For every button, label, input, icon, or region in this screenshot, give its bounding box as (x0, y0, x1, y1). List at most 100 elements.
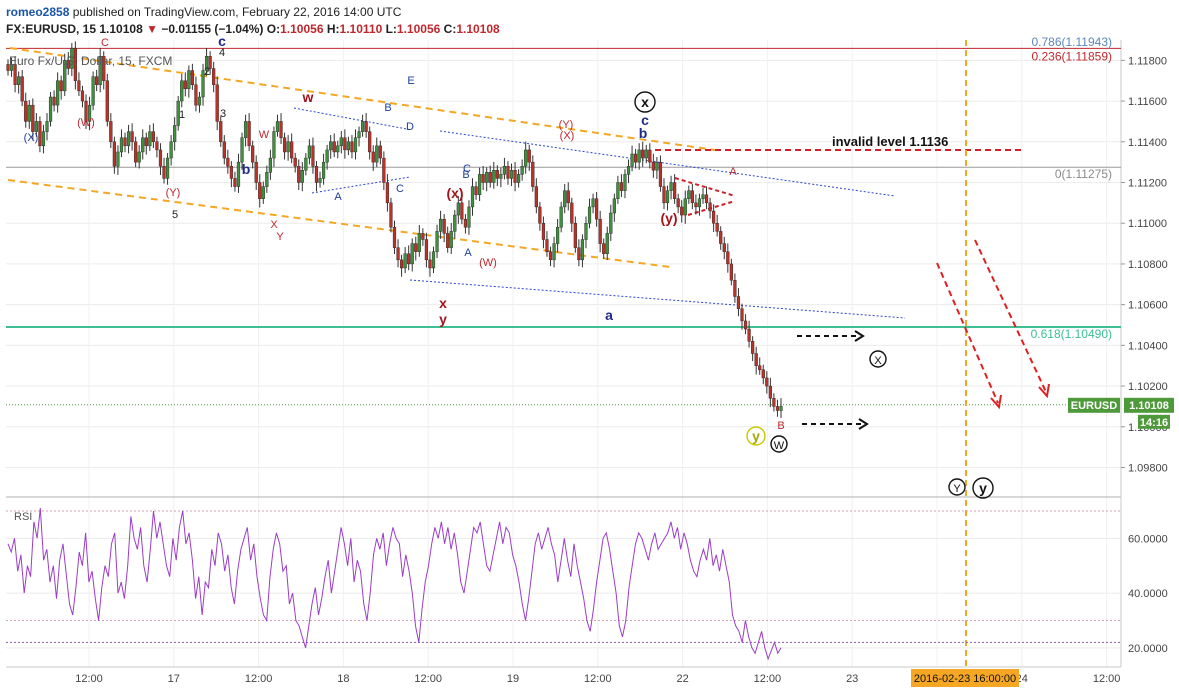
candle-body[interactable] (233, 178, 237, 187)
candle-body[interactable] (726, 251, 730, 265)
candle-body[interactable] (251, 145, 255, 163)
rsi-axis[interactable]: 60.0000 40.0000 20.0000 (1128, 533, 1168, 655)
candle-body[interactable] (697, 198, 702, 208)
candle-body[interactable] (307, 145, 311, 159)
candle-body[interactable] (41, 131, 46, 147)
candle-body[interactable] (215, 84, 219, 122)
candle-body[interactable] (446, 233, 450, 248)
candle-body[interactable] (768, 385, 772, 399)
candle-body[interactable] (59, 80, 63, 92)
candle-body[interactable] (247, 121, 251, 147)
candle-body[interactable] (353, 137, 358, 153)
candle-body[interactable] (740, 308, 744, 322)
candle-body[interactable] (623, 174, 627, 191)
candle-body[interactable] (470, 186, 475, 208)
candle-body[interactable] (24, 100, 28, 122)
candle-body[interactable] (141, 137, 145, 153)
candle-body[interactable] (45, 121, 49, 132)
candle-body[interactable] (634, 153, 638, 163)
candle-body[interactable] (687, 190, 691, 199)
candle-body[interactable] (513, 170, 517, 183)
candle-body[interactable] (658, 161, 663, 187)
candle-body[interactable] (524, 149, 528, 167)
candle-body[interactable] (212, 68, 216, 85)
candle-body[interactable] (368, 131, 372, 153)
candle-body[interactable] (563, 190, 567, 208)
candle-body[interactable] (290, 141, 294, 159)
candle-body[interactable] (492, 170, 496, 183)
candle-body[interactable] (371, 151, 375, 163)
candle-body[interactable] (566, 190, 570, 204)
candle-body[interactable] (421, 233, 425, 240)
candle-body[interactable] (559, 206, 563, 228)
candle-body[interactable] (31, 104, 35, 132)
candle-body[interactable] (541, 223, 546, 240)
candle-body[interactable] (265, 172, 269, 187)
candle-body[interactable] (407, 253, 411, 265)
candle-body[interactable] (609, 212, 613, 234)
candle-body[interactable] (417, 233, 421, 252)
candle-body[interactable] (520, 166, 524, 175)
price-chart[interactable]: Euro Fx/U.S. Dollar, 15, FXCM 0.236(1.11… (0, 0, 1179, 692)
candle-body[interactable] (538, 206, 542, 224)
candle-body[interactable] (545, 239, 549, 252)
candle-body[interactable] (722, 243, 726, 252)
candle-body[interactable] (258, 182, 262, 199)
candle-body[interactable] (80, 90, 85, 102)
candle-body[interactable] (297, 166, 301, 183)
candle-body[interactable] (626, 166, 631, 175)
candle-body[interactable] (286, 141, 290, 153)
price-pane[interactable] (6, 40, 1121, 496)
candle-body[interactable] (761, 369, 765, 379)
candle-body[interactable] (509, 170, 514, 179)
candle-body[interactable] (602, 243, 606, 254)
candle-body[interactable] (467, 206, 471, 228)
candle-body[interactable] (456, 202, 460, 216)
candle-body[interactable] (595, 198, 599, 220)
candle-body[interactable] (712, 210, 716, 224)
candle-body[interactable] (729, 263, 733, 281)
candle-body[interactable] (91, 76, 95, 106)
candle-body[interactable] (616, 182, 620, 199)
candle-body[interactable] (173, 125, 177, 142)
candle-body[interactable] (304, 157, 308, 171)
candle-body[interactable] (474, 186, 478, 195)
candle-body[interactable] (364, 121, 368, 132)
candle-body[interactable] (151, 131, 155, 142)
candle-body[interactable] (573, 223, 577, 248)
candle-body[interactable] (485, 172, 489, 183)
candle-body[interactable] (48, 96, 53, 122)
candle-body[interactable] (134, 141, 138, 163)
candle-body[interactable] (690, 190, 694, 204)
candle-body[interactable] (442, 218, 446, 234)
candle-body[interactable] (116, 151, 120, 167)
candle-body[interactable] (148, 131, 152, 147)
candle-body[interactable] (109, 121, 113, 142)
candle-body[interactable] (396, 247, 400, 261)
candle-body[interactable] (378, 145, 382, 159)
candle-body[interactable] (112, 141, 116, 167)
candle-body[interactable] (219, 121, 223, 142)
candle-body[interactable] (197, 96, 202, 106)
candle-body[interactable] (488, 172, 492, 183)
candle-body[interactable] (385, 182, 390, 204)
candle-body[interactable] (52, 96, 56, 106)
candle-body[interactable] (676, 198, 680, 208)
candle-body[interactable] (158, 149, 163, 167)
candle-body[interactable] (357, 131, 361, 138)
candle-body[interactable] (240, 137, 244, 163)
candle-body[interactable] (336, 145, 340, 153)
candle-body[interactable] (414, 243, 418, 252)
candle-body[interactable] (506, 166, 510, 179)
candle-body[interactable] (410, 243, 414, 265)
candle-body[interactable] (155, 141, 159, 151)
candle-body[interactable] (329, 141, 333, 151)
candle-body[interactable] (424, 239, 429, 261)
candle-body[interactable] (375, 145, 379, 163)
candle-body[interactable] (187, 70, 191, 90)
candle-body[interactable] (389, 202, 393, 228)
candle-body[interactable] (527, 149, 531, 163)
candle-body[interactable] (517, 174, 521, 183)
candle-body[interactable] (531, 161, 535, 187)
candle-body[interactable] (222, 141, 226, 159)
